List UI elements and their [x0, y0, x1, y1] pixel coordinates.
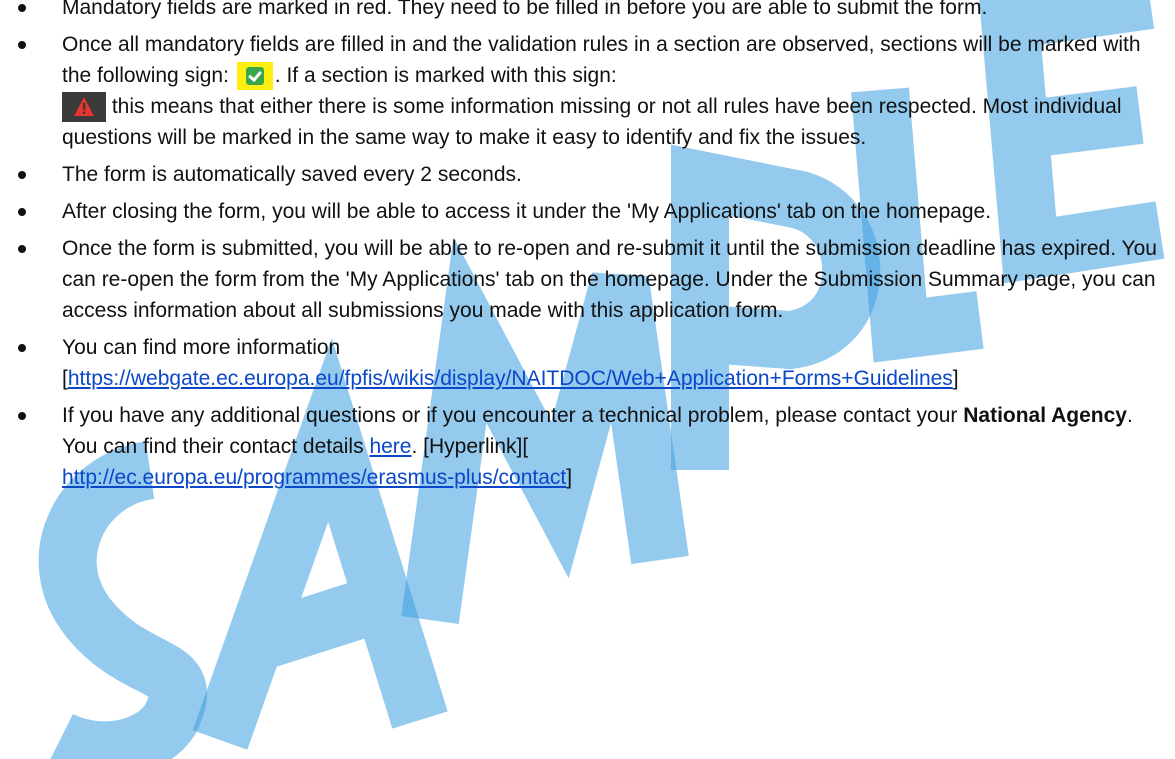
contact-bracket-close: ]: [566, 466, 573, 489]
contact-here-link[interactable]: here: [369, 435, 411, 458]
contact-text-part3: . [Hyperlink][: [411, 435, 529, 458]
watermark-letter-s: [38, 441, 207, 759]
guidelines-link[interactable]: https://webgate.ec.europa.eu/fpfis/wikis…: [68, 367, 953, 390]
list-item-contact: If you have any additional questions or …: [0, 400, 1175, 493]
validated-checkbox-icon: [236, 62, 273, 91]
contact-text-part1: If you have any additional questions or …: [62, 404, 958, 427]
more-info-text: You can find more information: [62, 336, 341, 359]
more-info-bracket-close: ]: [952, 367, 959, 390]
validation-text-part3: this means that either there is some inf…: [62, 95, 1122, 149]
list-item-resubmit: Once the form is submitted, you will be …: [0, 233, 1175, 326]
erasmus-contact-link[interactable]: http://ec.europa.eu/programmes/erasmus-p…: [62, 466, 566, 489]
national-agency-label: National Agency: [963, 404, 1127, 427]
document-page: Mandatory fields are marked in red. They…: [0, 0, 1175, 759]
my-applications-text: After closing the form, you will be able…: [62, 200, 992, 223]
list-item-mandatory-fields: Mandatory fields are marked in red. They…: [0, 0, 1175, 23]
list-item-my-applications: After closing the form, you will be able…: [0, 196, 1175, 227]
list-item-autosave: The form is automatically saved every 2 …: [0, 159, 1175, 190]
autosave-text: The form is automatically saved every 2 …: [62, 163, 522, 186]
mandatory-fields-text: Mandatory fields are marked in red. They…: [62, 0, 988, 19]
resubmit-text: Once the form is submitted, you will be …: [62, 237, 1157, 322]
instructions-list: Mandatory fields are marked in red. They…: [0, 0, 1175, 499]
validation-text-part2: . If a section is marked with this sign:: [274, 64, 617, 87]
list-item-more-info: You can find more information [https://w…: [0, 332, 1175, 394]
warning-triangle-icon: [62, 92, 106, 122]
list-item-validation-signs: Once all mandatory fields are filled in …: [0, 29, 1175, 153]
